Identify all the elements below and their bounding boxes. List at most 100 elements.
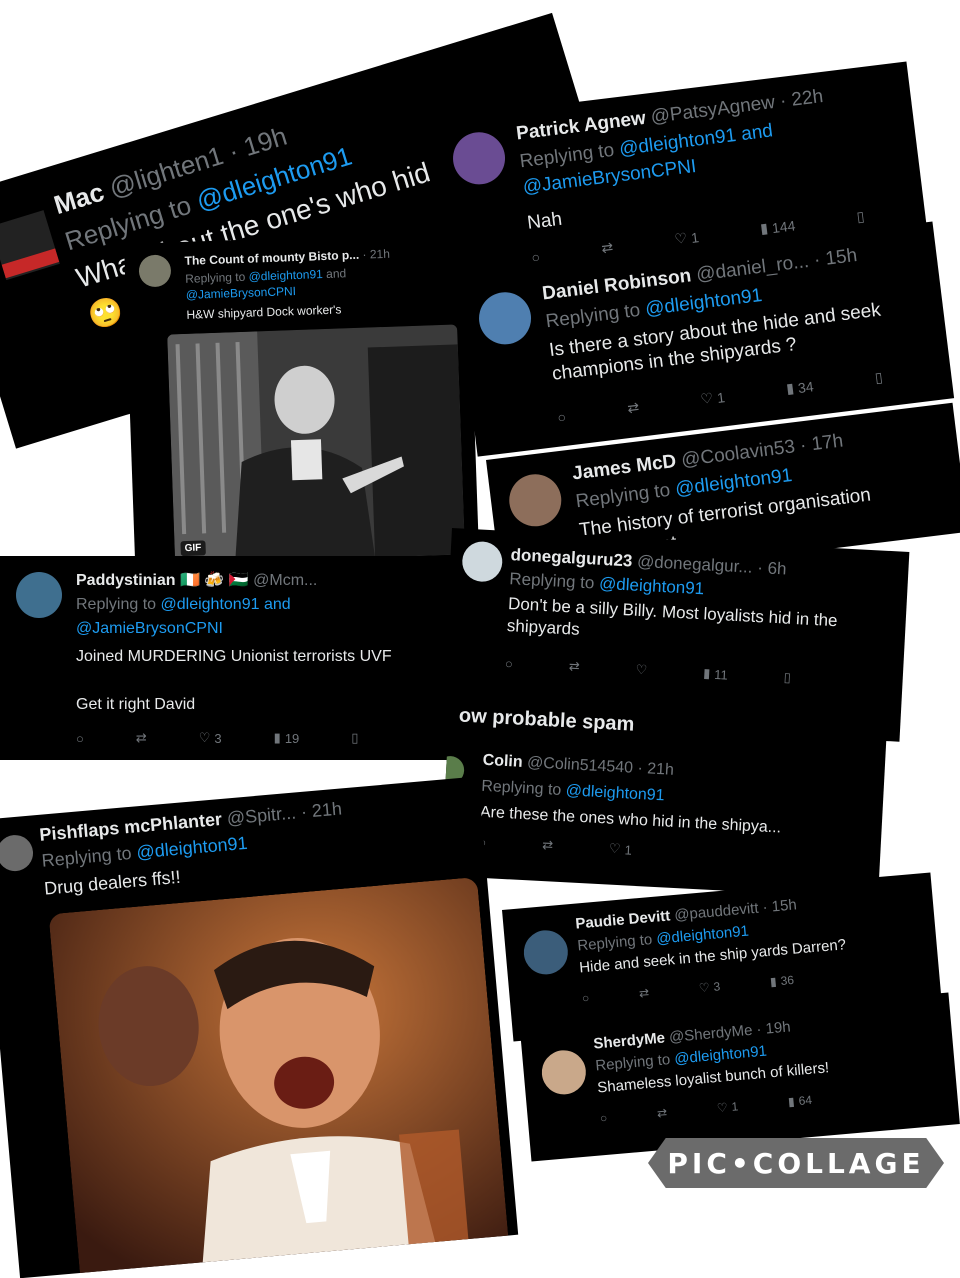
views-button[interactable]: ▮ 19 [274,730,300,746]
repost-button[interactable]: ⇄ [136,730,147,746]
avatar[interactable] [138,254,172,288]
flag-emojis: 🇮🇪 🍻 🇵🇸 [180,572,249,589]
like-button[interactable]: ♡ 1 [609,841,633,858]
replying-label: Replying to [508,569,595,593]
author-name[interactable]: Paudie Devitt [575,907,671,932]
avatar[interactable] [506,471,565,530]
author-name[interactable]: donegalguru23 [510,545,633,570]
bar-chart-icon: ▮ [785,379,795,397]
tweet-card-spam[interactable]: ow probable spam Colin @Colin514540 · 21… [440,696,888,899]
repost-button[interactable]: ⇄ [568,658,580,675]
pic-collage-watermark: PIC•COLLAGE [648,1138,944,1188]
repost-button[interactable]: ⇄ [542,837,554,854]
author-handle[interactable]: @daniel_ro... [695,251,810,286]
reply-button[interactable]: ○ [556,408,566,425]
tweet-time[interactable]: · 6h [757,558,787,579]
tweet-time[interactable]: · 21h [300,798,343,822]
bookmark-button[interactable]: ▯ [874,369,884,387]
heart-icon: ♡ [635,661,648,678]
repost-button[interactable]: ⇄ [656,1106,667,1121]
bar-chart-icon: ▮ [702,665,711,681]
author-handle[interactable]: @pauddevitt [674,900,760,924]
like-button[interactable]: ♡ 3 [199,730,222,746]
author-handle[interactable]: @Spitr... [226,802,297,828]
reply-target-link[interactable]: @dleighton91 [565,782,665,804]
author-name[interactable]: Paddystinian [76,572,176,589]
like-count: 1 [690,228,700,246]
tweet-time[interactable]: · 21h [362,247,390,262]
like-button[interactable]: ♡ [635,662,647,679]
author-handle[interactable]: @Mcm... [253,572,317,589]
tweet-card-pish[interactable]: Pishflaps mcPhlanter @Spitr... · 21h Rep… [0,776,519,1278]
comment-icon: ○ [581,990,590,1006]
spam-banner[interactable]: ow probable spam [458,705,635,737]
reply-button[interactable]: ○ [76,731,84,746]
gif-media[interactable]: GIF [167,324,466,565]
reply-target-link[interactable]: @dleighton91 [599,574,705,598]
tweet-time[interactable]: · 19h [756,1018,792,1038]
bookmark-button[interactable]: ▯ [856,208,866,226]
reply-target-link[interactable]: @dleighton91 [136,833,249,863]
reply-target-link[interactable]: @dleighton91 [248,267,323,284]
avatar[interactable] [522,928,570,977]
author-handle[interactable]: @SherdyMe [668,1022,753,1046]
author-name[interactable]: SherdyMe [593,1029,666,1052]
author-name[interactable]: James McD [571,451,677,485]
views-button[interactable]: ▮ 64 [787,1093,812,1109]
reply-button[interactable]: ○ [599,1111,607,1126]
tweet-card-count[interactable]: The Count of mounty Bisto p... · 21h Rep… [124,231,481,600]
views-button[interactable]: ▮ 144 [759,216,796,237]
like-button[interactable]: ♡ 1 [674,228,700,248]
like-button[interactable]: ♡ 1 [700,388,726,408]
action-bar: ○ ⇄ ♡ ▮ 11 ▯ [505,655,792,686]
author-handle[interactable]: @donegalgur... [637,552,753,577]
tweet-time[interactable]: · 17h [799,430,845,456]
like-count: 1 [624,841,633,858]
tweet-card-paddy[interactable]: Paddystinian 🇮🇪 🍻 🇵🇸 @Mcm... Replying to… [0,556,452,760]
views-button[interactable]: ▮ 36 [769,973,794,989]
meme-image[interactable] [48,876,510,1278]
avatar[interactable] [476,289,535,348]
bookmark-button[interactable]: ▯ [351,730,358,746]
repost-button[interactable]: ⇄ [638,986,649,1001]
author-name[interactable]: Mac [50,177,107,220]
author-handle[interactable]: @Colin514540 [527,754,634,777]
bar-chart-icon: ▮ [759,219,769,237]
views-button[interactable]: ▮ 11 [703,665,728,682]
watermark-text: PIC•COLLAGE [667,1146,925,1180]
reply-button[interactable]: ○ [581,991,589,1006]
bookmark-button[interactable]: ▯ [783,670,791,686]
views-button[interactable]: ▮ 34 [785,377,814,397]
replying-label: Replying to [480,777,562,799]
like-button[interactable]: ♡ 3 [698,979,721,995]
avatar[interactable] [0,210,60,281]
tweet-time[interactable]: · 22h [779,86,825,112]
reply-target-link[interactable]: @dleighton91 [161,596,260,613]
avatar[interactable] [16,572,62,618]
repost-button[interactable]: ⇄ [600,239,614,257]
avatar[interactable] [450,129,509,188]
heart-icon: ♡ [716,1100,729,1116]
replying-line-2: @JamieBrysonCPNI [186,284,297,302]
reply-target-link[interactable]: @JamieBrysonCPNI [76,620,223,637]
avatar[interactable] [0,833,35,873]
tweet-time[interactable]: · 21h [637,760,674,779]
reply-button[interactable]: ○ [530,248,540,265]
replying-label: Replying to [76,596,157,613]
tweet-text: Joined MURDERING Unionist terrorists UVF [76,648,392,665]
tweet-time[interactable]: · 15h [762,896,798,916]
replying-label: Replying to [574,479,672,513]
avatar[interactable] [540,1048,588,1097]
view-count: 34 [796,377,815,396]
avatar[interactable] [461,540,504,583]
reply-button[interactable]: ○ [505,655,514,670]
reply-target-link[interactable]: @dleighton91 [656,923,750,948]
tweet-time[interactable]: · 15h [813,245,859,271]
like-button[interactable]: ♡ 1 [716,1099,739,1115]
author-name[interactable]: Colin [482,752,523,771]
reply-target-link[interactable]: @JamieBrysonCPNI [186,284,297,302]
repost-icon: ⇄ [568,658,581,674]
reply-target-link[interactable]: @dleighton91 [674,1043,768,1068]
author-name[interactable]: The Count of mounty Bisto p... [184,248,359,268]
repost-button[interactable]: ⇄ [626,399,640,417]
